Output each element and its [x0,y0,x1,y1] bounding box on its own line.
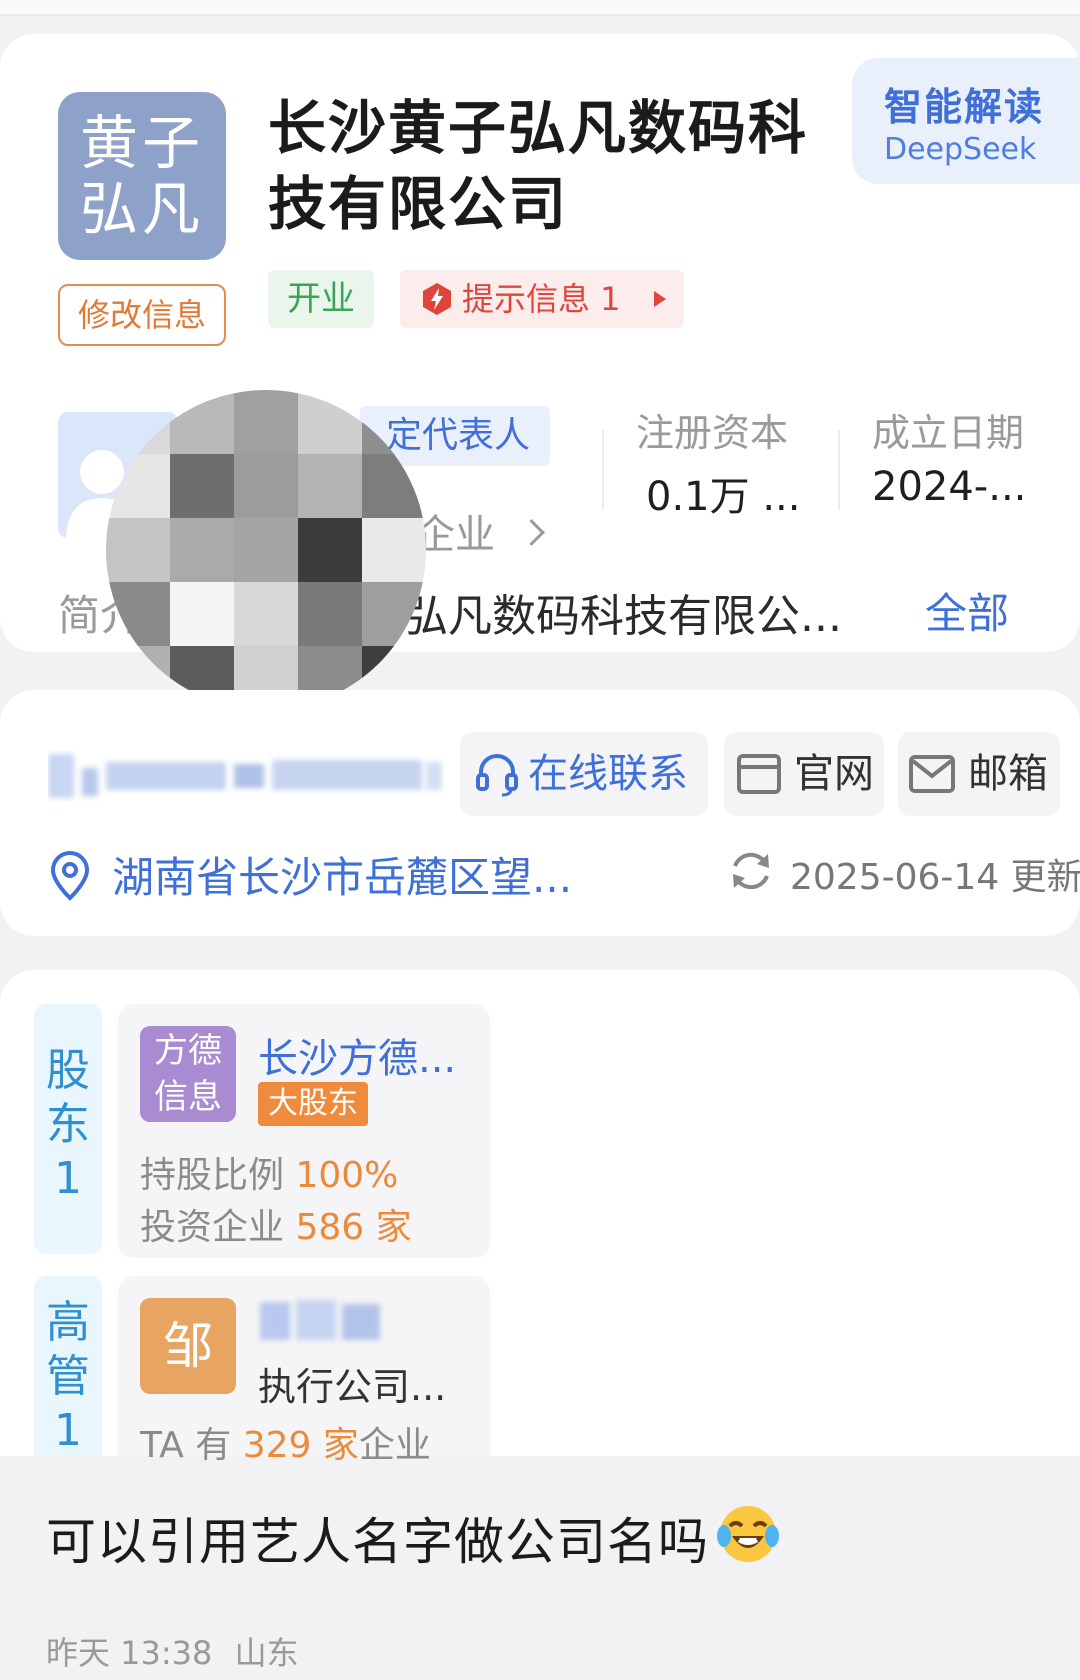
capital-value: 0.1万 ... [646,474,801,520]
email-button[interactable]: 邮箱 [898,732,1060,816]
chevron-right-icon [517,519,545,546]
edit-info-button[interactable]: 修改信息 [58,284,226,346]
count-value: 329 家 [242,1425,359,1466]
tears-of-joy-emoji-icon [717,1506,779,1562]
count-prefix: TA 有 [140,1425,243,1466]
ai-interpret-subtitle: DeepSeek [884,132,1037,167]
tab-executives-char2: 管 [46,1351,90,1402]
caret-right-icon [654,291,666,307]
post-meta: 昨天 13:38 山东 [46,1628,299,1674]
company-logo-line1: 黄子 [79,109,204,177]
tab-shareholders-char1: 股 [46,1045,90,1096]
intro-text: 弘凡数码科技有限公... [404,591,842,642]
ai-interpret-button[interactable]: 智能解读 DeepSeek [852,58,1080,184]
ratio-label: 持股比例 [140,1155,296,1196]
tab-shareholders[interactable]: 股 东 1 [34,1004,102,1254]
tip-info-label: 提示信息 1 [462,280,621,318]
website-button[interactable]: 官网 [724,732,884,816]
legal-rep-link[interactable]: 企业 [415,502,545,560]
invest-row: 投资企业 586 家 [140,1198,412,1250]
company-logo: 黄子 弘凡 [58,92,226,260]
shareholder-logo: 方德 信息 [140,1026,236,1122]
contact-card: 在线联系 官网 邮箱 湖南省长沙市岳麓区望... 2025-06-14 更新 [0,690,1080,936]
intro-all-link[interactable]: 全部 [925,580,1009,641]
online-contact-label: 在线联系 [528,751,688,797]
online-contact-button[interactable]: 在线联系 [460,732,708,816]
mail-icon [909,755,955,793]
top-strip [0,0,1080,16]
email-label: 邮箱 [968,751,1048,797]
location-pin-icon [50,850,90,901]
tab-shareholders-count: 1 [54,1153,82,1204]
post-location: 山东 [234,1634,299,1672]
warning-hexagon-icon [423,283,451,315]
ratio-value: 100% [295,1155,399,1196]
divider [602,430,604,510]
phone-number-blurred[interactable] [48,750,444,802]
updated-date: 2025-06-14 更新 [790,857,1080,898]
post-time: 昨天 13:38 [46,1634,213,1672]
legal-rep-company: 企业 [415,512,495,558]
founded-label: 成立日期 [872,411,1025,455]
executive-name-blurred [260,1300,380,1340]
invest-value: 586 家 [295,1207,412,1248]
tab-executives[interactable]: 高 管 1 [34,1276,102,1456]
executive-company-count: TA 有 329 家企业 [140,1416,431,1468]
tab-executives-count: 1 [54,1405,82,1456]
major-shareholder-badge: 大股东 [258,1082,368,1126]
refresh-icon [733,852,769,890]
invest-label: 投资企业 [140,1207,296,1248]
website-label: 官网 [794,751,874,797]
executive-item[interactable]: 邹 执行公司... TA 有 329 家企业 [118,1276,490,1466]
shareholder-name: 长沙方德... [258,1036,457,1082]
company-header-card: 黄子 弘凡 修改信息 长沙黄子弘凡数码科技有限公司 智能解读 DeepSeek … [0,34,1080,710]
headset-icon [476,754,518,797]
founded-value: 2024-... [872,464,1027,510]
post-text: 可以引用艺人名字做公司名吗 [46,1513,709,1571]
tip-info-button[interactable]: 提示信息 1 [400,270,684,328]
tab-shareholders-char2: 东 [46,1099,90,1150]
shareholder-logo-line2: 信息 [154,1077,222,1117]
relations-card: 股 东 1 方德 信息 长沙方德... 大股东 持股比例 100% 投资企业 5… [0,970,1080,1466]
divider [838,430,840,510]
count-suffix: 企业 [358,1425,431,1466]
status-badge: 开业 [268,270,374,328]
ratio-row: 持股比例 100% [140,1146,398,1198]
ai-interpret-title: 智能解读 [884,85,1045,129]
shareholder-logo-line1: 方德 [154,1031,222,1071]
executive-role: 执行公司... [258,1365,447,1409]
company-name: 长沙黄子弘凡数码科技有限公司 [268,94,809,238]
shareholder-item[interactable]: 方德 信息 长沙方德... 大股东 持股比例 100% 投资企业 586 家 [118,1004,490,1258]
tab-executives-char1: 高 [46,1297,90,1348]
address-link[interactable]: 湖南省长沙市岳麓区望... [112,844,572,905]
executive-avatar: 邹 [140,1298,236,1394]
company-logo-line2: 弘凡 [79,175,204,243]
privacy-mosaic [106,390,426,710]
capital-label: 注册资本 [636,411,789,455]
browser-icon [737,754,781,794]
